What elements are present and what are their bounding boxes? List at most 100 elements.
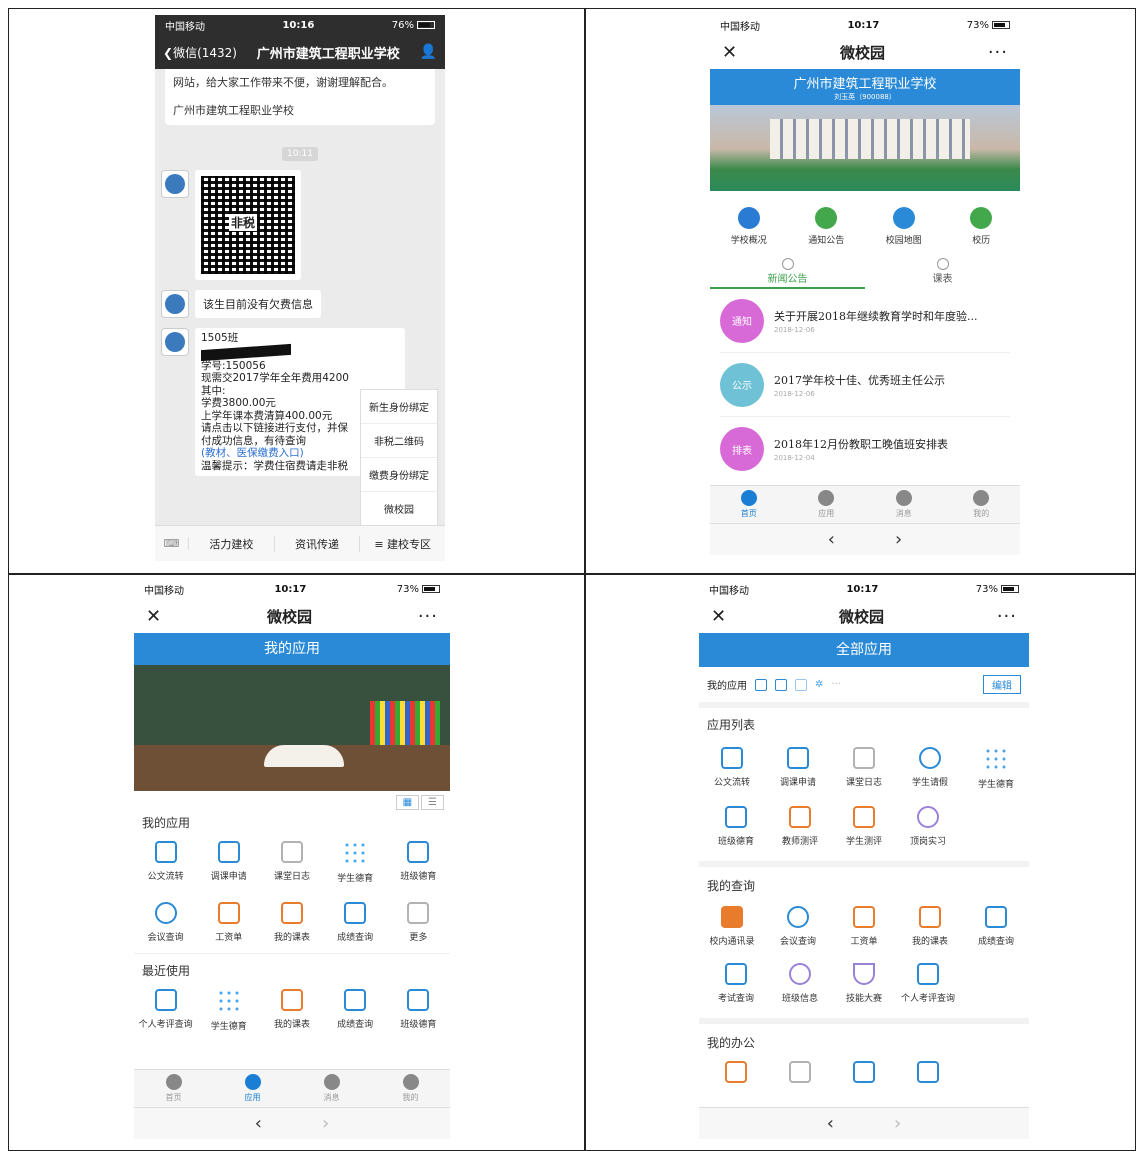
quick-link-calendar[interactable]: 校历 [952, 207, 1010, 246]
back-arrow-icon[interactable]: ‹ [827, 1113, 834, 1134]
schedule-icon [280, 902, 303, 924]
tab-apps[interactable]: 应用 [213, 1070, 292, 1107]
qr-code-image[interactable]: 非税 [195, 170, 301, 280]
tab-home[interactable]: 首页 [710, 486, 788, 523]
app-personal-eval[interactable]: 个人考评查询 [899, 963, 957, 1004]
app-teacher-eval[interactable]: 教师测评 [771, 806, 829, 847]
battery-icon [991, 20, 1010, 29]
school-logo-icon [165, 294, 185, 314]
app-personal-eval[interactable]: 个人考评查询 [137, 989, 195, 1032]
tab-apps[interactable]: 应用 [788, 486, 866, 523]
schedule-icon [936, 258, 949, 270]
app-office-bag[interactable] [707, 1061, 765, 1089]
app-grades[interactable]: 成绩查询 [326, 989, 384, 1032]
app-course-change[interactable]: 调课申请 [769, 747, 827, 790]
school-building-image [770, 119, 970, 159]
app-salary[interactable]: 工资单 [200, 902, 258, 943]
back-button[interactable]: ❮微信(1432) [163, 44, 237, 61]
close-icon[interactable]: ✕ [146, 606, 161, 627]
list-view-icon[interactable]: ☰ [421, 795, 444, 810]
app-student-moral[interactable]: 学生德育 [326, 841, 384, 884]
forward-arrow-icon[interactable]: › [895, 529, 902, 550]
app-doc-flow[interactable]: 公文流转 [703, 747, 761, 790]
app-meeting-query[interactable]: 会议查询 [769, 906, 827, 947]
app-grades[interactable]: 成绩查询 [326, 902, 384, 943]
app-office-edit[interactable] [835, 1061, 893, 1089]
menu-item-new-student-binding[interactable]: 新生身份绑定 [361, 390, 437, 424]
phone-micro-campus-home: 中国移动 10:17 73% ✕ 微校园 ··· 广州市建筑工程职业学校 刘玉英… [710, 15, 1020, 555]
people-icon [789, 963, 811, 985]
quick-link-school-intro[interactable]: 学校概况 [720, 207, 778, 246]
news-item[interactable]: 公示 2017学年校十佳、优秀班主任公示 2018-12-06 [720, 353, 1010, 417]
app-office-docs[interactable] [771, 1061, 829, 1089]
app-class-moral[interactable]: 班级德育 [707, 806, 765, 847]
app-class-info[interactable]: 班级信息 [771, 963, 829, 1004]
back-arrow-icon[interactable]: ‹ [255, 1113, 262, 1134]
dots-icon [216, 989, 241, 1013]
keyboard-icon[interactable]: ⌨ [155, 537, 189, 550]
calendar-check-icon [917, 1061, 939, 1083]
my-apps-label: 我的应用 [707, 681, 747, 692]
more-icon[interactable]: ··· [988, 42, 1008, 63]
search-icon [154, 902, 177, 924]
app-my-schedule[interactable]: 我的课表 [901, 906, 959, 947]
menu-item-payment-binding[interactable]: 缴费身份绑定 [361, 458, 437, 492]
phone-wechat-chat: 中国移动 10:16 76% ❮微信(1432) 广州市建筑工程职业学校 👤 网… [155, 15, 445, 561]
grid-view-icon[interactable]: ▦ [395, 795, 420, 810]
edit-button[interactable]: 编辑 [983, 675, 1021, 694]
menu-tab-school-zone[interactable]: ≡ 建校专区 [360, 536, 445, 552]
app-row: 公文流转 调课申请 课堂日志 学生德育 班级德育 [134, 837, 450, 898]
quick-link-campus-map[interactable]: 校园地图 [875, 207, 933, 246]
app-class-moral[interactable]: 班级德育 [389, 989, 447, 1032]
briefcase-icon [725, 1061, 747, 1083]
tab-messages[interactable]: 消息 [292, 1070, 371, 1107]
app-my-schedule[interactable]: 我的课表 [263, 989, 321, 1032]
app-class-log[interactable]: 课堂日志 [835, 747, 893, 790]
news-item[interactable]: 排表 2018年12月份教职工晚值班安排表 2018-12-04 [720, 417, 1010, 481]
app-student-moral[interactable]: 学生德育 [200, 989, 258, 1032]
tab-me[interactable]: 我的 [371, 1070, 450, 1107]
menu-item-nontax-qr[interactable]: 非税二维码 [361, 424, 437, 458]
app-meeting-query[interactable]: 会议查询 [137, 902, 195, 943]
app-directory[interactable]: 校内通讯录 [703, 906, 761, 947]
tab-news[interactable]: 新闻公告 [710, 258, 865, 289]
close-icon[interactable]: ✕ [722, 42, 737, 63]
news-item[interactable]: 通知 关于开展2018年继续教育学时和年度验... 2018-12-06 [720, 289, 1010, 353]
app-skills-contest[interactable]: 技能大赛 [835, 963, 893, 1004]
app-student-moral[interactable]: 学生德育 [967, 747, 1025, 790]
my-apps-strip: 我的应用 ✲ ··· 编辑 [699, 667, 1029, 708]
profile-icon[interactable]: 👤 [420, 44, 437, 60]
more-icon[interactable]: ··· [997, 606, 1017, 627]
quick-link-notices[interactable]: 通知公告 [797, 207, 855, 246]
app-my-schedule[interactable]: 我的课表 [263, 902, 321, 943]
app-class-log[interactable]: 课堂日志 [263, 841, 321, 884]
back-arrow-icon[interactable]: ‹ [828, 529, 835, 550]
menu-item-micro-campus[interactable]: 微校园 [361, 492, 437, 525]
tab-me[interactable]: 我的 [943, 486, 1021, 523]
app-student-eval[interactable]: 学生测评 [835, 806, 893, 847]
school-icon [737, 207, 760, 229]
app-course-change[interactable]: 调课申请 [200, 841, 258, 884]
tab-home[interactable]: 首页 [134, 1070, 213, 1107]
app-class-moral[interactable]: 班级德育 [389, 841, 447, 884]
page-title: 微校园 [838, 607, 884, 626]
tab-schedule[interactable]: 课表 [865, 258, 1020, 289]
app-doc-flow[interactable]: 公文流转 [137, 841, 195, 884]
app-more[interactable]: 更多 [389, 902, 447, 943]
app-grades[interactable]: 成绩查询 [967, 906, 1025, 947]
message-timestamp: 10:11 [282, 147, 318, 161]
forward-arrow-icon[interactable]: › [322, 1113, 329, 1134]
close-icon[interactable]: ✕ [711, 606, 726, 627]
tab-messages[interactable]: 消息 [865, 486, 943, 523]
more-icon[interactable]: ··· [418, 606, 438, 627]
app-office-calendar[interactable] [899, 1061, 957, 1089]
app-salary[interactable]: 工资单 [835, 906, 893, 947]
forward-arrow-icon[interactable]: › [894, 1113, 901, 1134]
app-internship[interactable]: 顶岗实习 [899, 806, 957, 847]
menu-tab-vitality[interactable]: 活力建校 [189, 535, 275, 552]
clock: 10:17 [847, 19, 880, 31]
app-exam-query[interactable]: 考试查询 [707, 963, 765, 1004]
app-student-leave[interactable]: 学生请假 [901, 747, 959, 790]
map-icon [892, 207, 915, 229]
menu-tab-news[interactable]: 资讯传递 [275, 535, 361, 552]
